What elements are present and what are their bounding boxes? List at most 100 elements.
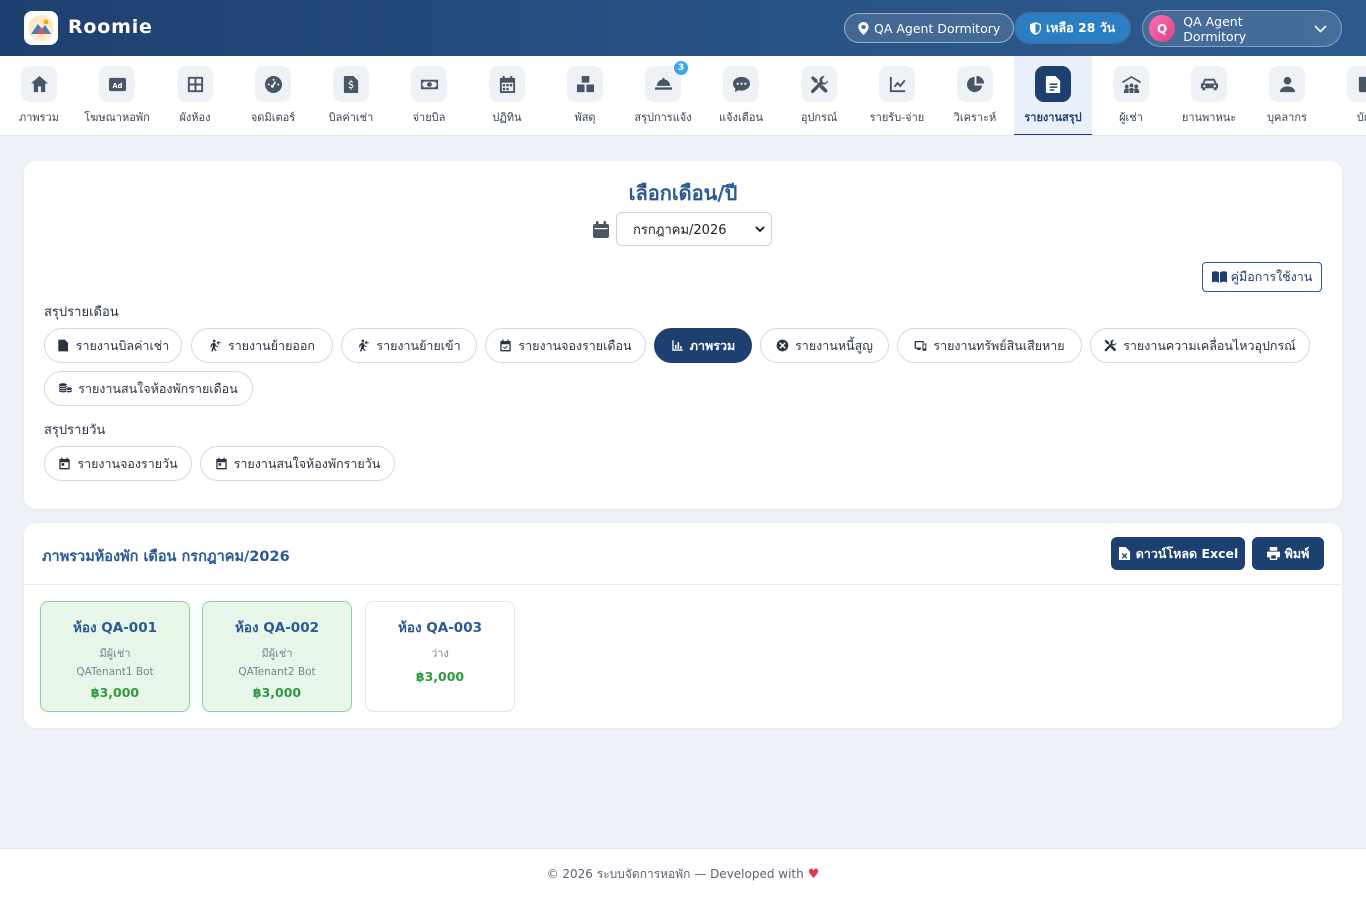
nav-item[interactable]: บิลค่าเช่า [312, 56, 390, 135]
main-nav: ภาพรวม Ad โฆษณาหอพัก ผังห้อง จดมิเตอร์ บิลค่า… [0, 56, 1366, 136]
nav-icon [1191, 66, 1227, 102]
month-picker-title: เลือกเดือน/ปี [628, 181, 738, 205]
room-tenant: QATenant1 Bot [76, 666, 154, 678]
location-label: QA Agent Dormitory [874, 20, 1001, 36]
app-name: Roomie [68, 16, 153, 38]
nav-label: บัญ [1356, 111, 1366, 124]
report-chip-label: รายงานจองรายวัน [77, 455, 178, 471]
nav-icon [567, 66, 603, 102]
subscription-days-badge[interactable]: เหลือ 28 วัน [1016, 14, 1130, 42]
report-chip[interactable]: รายงานจองรายวัน [44, 446, 192, 481]
room-status: มีผู้เช่า [99, 647, 131, 660]
month-select[interactable]: กรกฎาคม/2026 [616, 212, 772, 246]
book-open-icon [1211, 271, 1227, 283]
report-chip[interactable]: ภาพรวม [654, 328, 752, 363]
dormitory-location-pill[interactable]: QA Agent Dormitory [844, 13, 1015, 43]
report-chip[interactable]: รายงานหนี้สูญ [760, 328, 889, 363]
nav-icon: 3 [645, 60, 689, 102]
room-card[interactable]: ห้อง QA-003 ว่าง ฿3,000 [365, 601, 515, 712]
nav-label: จดมิเตอร์ [250, 111, 296, 124]
user-icon [1279, 76, 1295, 92]
coins-icon [59, 383, 73, 393]
nav-item[interactable]: อุปกรณ์ [780, 56, 858, 135]
report-chip[interactable]: รายงานย้ายเข้า [341, 328, 477, 363]
report-chip[interactable]: รายงานสนใจห้องพักรายเดือน [44, 371, 253, 406]
download-excel-label: ดาวน์โหลด Excel [1135, 545, 1239, 561]
app-logo[interactable] [24, 11, 58, 45]
nav-item[interactable]: 3 สรุปการแจ้ง [624, 56, 702, 135]
home-icon [30, 75, 48, 92]
report-chip[interactable]: รายงานบิลค่าเช่า [44, 328, 182, 363]
nav-icon [1347, 66, 1366, 102]
nav-icon [489, 66, 525, 102]
nav-label: วิเคราะห์ [953, 111, 997, 124]
calendar-day-icon [215, 457, 227, 470]
report-chip[interactable]: รายงานความเคลื่อนไหวอุปกรณ์ [1090, 328, 1310, 363]
nav-item[interactable]: บุคลากร [1248, 56, 1326, 135]
tools-icon [810, 75, 828, 93]
pie-chart-icon [966, 75, 984, 92]
report-chip-label: รายงานทรัพย์สินเสียหาย [933, 337, 1065, 353]
daily-section-label: สรุปรายวัน [44, 423, 106, 438]
tools-icon [1104, 339, 1117, 352]
nav-item[interactable]: ยานพาหนะ [1170, 56, 1248, 135]
nav-item[interactable]: พัสดุ [546, 56, 624, 135]
room-name: ห้อง QA-002 [234, 620, 319, 636]
user-name: QA Agent Dormitory [1183, 13, 1247, 44]
nav-label: บิลค่าเช่า [328, 111, 374, 124]
report-chip[interactable]: รายงานจองรายเดือน [485, 328, 646, 363]
report-chip[interactable]: รายงานทรัพย์สินเสียหาย [897, 328, 1082, 363]
nav-item[interactable]: รายรับ-จ่าย [858, 56, 936, 135]
nav-item[interactable]: ภาพรวม [0, 56, 78, 135]
nav-label: ผู้เช่า [1119, 111, 1143, 124]
nav-item[interactable]: รายงานสรุป [1014, 56, 1092, 135]
nav-item[interactable]: ปฏิทิน [468, 56, 546, 135]
nav-label: ผังห้อง [179, 111, 211, 124]
logo-icon [28, 15, 54, 41]
money-icon [420, 79, 438, 89]
nav-item[interactable]: แจ้งเตือน [702, 56, 780, 135]
people-roof-icon [1121, 75, 1141, 93]
user-guide-button[interactable]: คู่มือการใช้งาน [1202, 262, 1322, 292]
nav-item[interactable]: วิเคราะห์ [936, 56, 1014, 135]
notification-badge: 3 [673, 60, 689, 76]
shield-icon [1030, 21, 1041, 35]
user-menu[interactable]: Q QA Agent Dormitory [1142, 10, 1342, 47]
nav-label: สรุปการแจ้ง [634, 111, 692, 124]
file-invoice-icon [58, 339, 68, 352]
room-status: ว่าง [431, 647, 449, 660]
download-excel-button[interactable]: ดาวน์โหลด Excel [1111, 537, 1245, 570]
monthly-section-label: สรุปรายเดือน [44, 305, 119, 320]
bell-service-icon [654, 77, 672, 90]
report-chip[interactable]: รายงานสนใจห้องพักรายวัน [200, 446, 395, 481]
nav-item[interactable]: ผังห้อง [156, 56, 234, 135]
report-selector-card: เลือกเดือน/ปี กรกฎาคม/2026 คู่มือการใช้ง… [24, 161, 1342, 509]
nav-item[interactable]: จดมิเตอร์ [234, 56, 312, 135]
nav-icon [255, 66, 291, 102]
devices-icon [915, 340, 927, 351]
excel-file-icon [1118, 547, 1130, 560]
nav-label: พัสดุ [574, 111, 596, 124]
calendar-check-icon [500, 339, 512, 352]
report-icon [1045, 75, 1060, 93]
room-overview-card: ภาพรวมห้องพัก เดือน กรกฎาคม/2026 ดาวน์โห… [24, 523, 1342, 728]
room-card[interactable]: ห้อง QA-002 มีผู้เช่า QATenant2 Bot ฿3,000 [202, 601, 352, 712]
report-chip-label: รายงานสนใจห้องพักรายวัน [233, 455, 381, 471]
line-chart-icon [889, 76, 906, 92]
nav-item[interactable]: จ่ายบิล [390, 56, 468, 135]
circle-x-icon [776, 339, 789, 352]
room-card[interactable]: ห้อง QA-001 มีผู้เช่า QATenant1 Bot ฿3,000 [40, 601, 190, 712]
print-button[interactable]: พิมพ์ [1252, 537, 1324, 570]
grid-icon [187, 76, 203, 92]
report-chip-label: รายงานบิลค่าเช่า [75, 337, 170, 353]
nav-icon [177, 66, 213, 102]
room-name: ห้อง QA-003 [397, 620, 482, 636]
boxes-icon [576, 75, 594, 92]
report-chip[interactable]: รายงานย้ายออก [191, 328, 333, 363]
nav-item[interactable]: บัญ [1326, 56, 1366, 135]
days-left-label: เหลือ 28 วัน [1046, 20, 1116, 35]
nav-item[interactable]: Ad โฆษณาหอพัก [78, 56, 156, 135]
top-header: Roomie QA Agent Dormitory เหลือ 28 วัน Q… [0, 0, 1366, 56]
nav-item[interactable]: ผู้เช่า [1092, 56, 1170, 135]
room-name: ห้อง QA-001 [72, 620, 157, 636]
